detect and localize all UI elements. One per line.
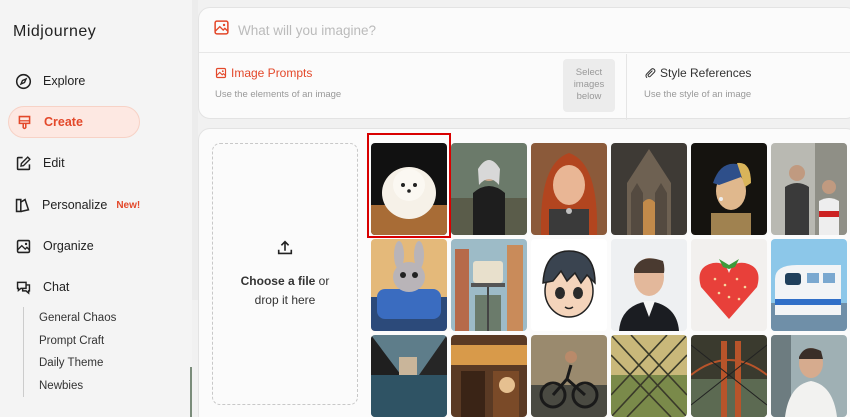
column-divider [626, 54, 627, 120]
image-add-icon[interactable] [213, 19, 230, 41]
gallery-image-city-monorail[interactable] [451, 239, 527, 331]
paperclip-icon [644, 67, 656, 79]
prompt-input[interactable] [238, 22, 798, 38]
nav-edit[interactable]: Edit [8, 147, 140, 179]
prompt-card: Image Prompts Use the elements of an ima… [198, 7, 850, 120]
prompt-bar [199, 8, 850, 53]
chat-channel-prompt-craft[interactable]: Prompt Craft [24, 330, 116, 353]
gallery-image-seaside-town[interactable] [371, 335, 447, 417]
gallery-image-cartoon-bullet-train[interactable] [771, 239, 847, 331]
chat-icon [14, 278, 32, 296]
gallery-image-strawberry-heart[interactable] [691, 239, 767, 331]
image-prompts-section[interactable]: Image Prompts Use the elements of an ima… [215, 54, 341, 120]
sidebar: Midjourney Explore Create Edit Personali… [0, 0, 190, 417]
upload-or-text: or [315, 273, 330, 288]
gallery-image-man-white-shirt[interactable] [771, 335, 847, 417]
nav-organize[interactable]: Organize [8, 230, 140, 262]
gallery-image-martial-arts-scene[interactable] [771, 143, 847, 235]
gallery-image-bicycle-street[interactable] [531, 335, 607, 417]
gallery-image-bunny-on-train[interactable] [371, 239, 447, 331]
style-references-section[interactable]: Style References Use the style of an ima… [644, 54, 751, 120]
new-badge: New! [116, 199, 141, 211]
brush-icon [15, 113, 33, 131]
upload-dropzone[interactable]: Choose a file or drop it here [212, 143, 358, 405]
nav-explore[interactable]: Explore [8, 65, 140, 97]
image-prompts-description: Use the elements of an image [215, 89, 342, 100]
edit-icon [14, 154, 32, 172]
nav-personalize-label: Personalize [42, 198, 108, 212]
gallery-image-man-portrait[interactable] [611, 239, 687, 331]
select-images-hint: Select images below [563, 59, 615, 112]
style-references-title: Style References [644, 66, 751, 80]
brand-logo-text[interactable]: Midjourney [13, 23, 96, 41]
image-prompts-label: Image Prompts [231, 66, 313, 80]
chat-channel-daily-theme[interactable]: Daily Theme [24, 352, 116, 375]
image-prompts-title: Image Prompts [215, 66, 341, 80]
style-references-description: Use the style of an image [644, 89, 752, 100]
gallery-image-cartoon-boy-face[interactable] [531, 239, 607, 331]
nav-chat-label: Chat [43, 280, 70, 294]
gallery-image-girl-with-pearl-earring[interactable] [691, 143, 767, 235]
gallery-image-street-market[interactable] [451, 335, 527, 417]
chat-channel-general-chaos[interactable]: General Chaos [24, 307, 116, 330]
chat-channel-newbies[interactable]: Newbies [24, 375, 116, 398]
upload-instructions: Choose a file or drop it here [241, 272, 330, 310]
gallery-image-gothic-cathedral[interactable] [611, 143, 687, 235]
compass-icon [14, 72, 32, 90]
nav-explore-label: Explore [43, 74, 86, 88]
nav-edit-label: Edit [43, 156, 65, 170]
nav-create[interactable]: Create [8, 106, 140, 138]
gallery-image-fence-sunset[interactable] [611, 335, 687, 417]
upload-drop-text: drop it here [254, 292, 316, 307]
chat-channel-list: General Chaos Prompt Craft Daily Theme N… [23, 307, 116, 397]
gallery-image-white-haired-warrior[interactable] [451, 143, 527, 235]
image-prompt-icon [215, 67, 227, 79]
upload-icon [276, 239, 294, 262]
gallery-image-pomeranian-puppy[interactable] [371, 143, 447, 235]
personalize-icon [14, 196, 31, 214]
gallery-image-redhead-woman-portrait[interactable] [531, 143, 607, 235]
nav-chat[interactable]: Chat [8, 271, 140, 303]
nav-organize-label: Organize [43, 239, 94, 253]
image-icon [14, 237, 32, 255]
upload-choose-file-text[interactable]: Choose a file [241, 274, 316, 288]
nav-personalize[interactable]: Personalize New! [8, 189, 140, 221]
nav-create-label: Create [44, 115, 83, 129]
gallery-image-golden-gate-bridge[interactable] [691, 335, 767, 417]
style-references-label: Style References [660, 66, 752, 80]
